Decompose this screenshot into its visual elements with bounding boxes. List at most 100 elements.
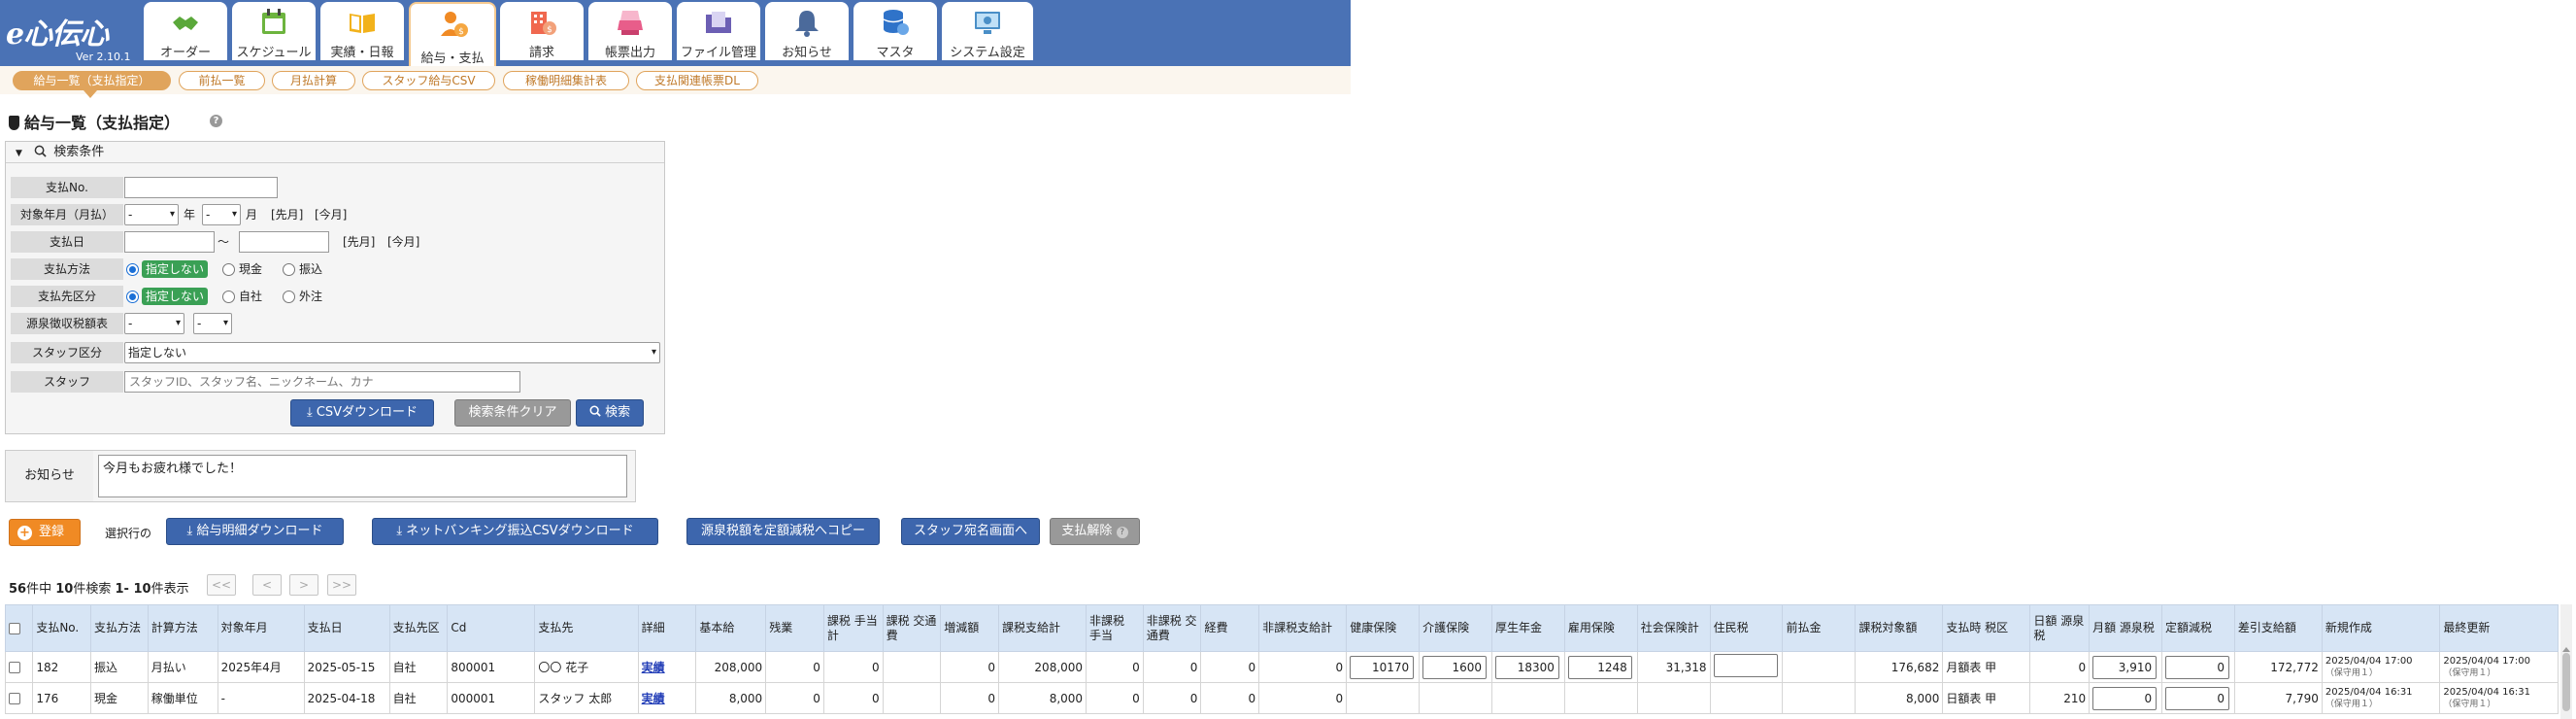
paydate-prev-month-link[interactable]: [先月] [343,231,375,253]
nav-tab-notices[interactable]: お知らせ [765,2,849,60]
column-header[interactable]: 新規作成 [2321,604,2441,652]
payee-option-outsource[interactable]: 外注 [299,286,322,307]
pension-input[interactable]: 18300 [1494,655,1559,679]
column-header[interactable]: 支払先 [534,604,639,652]
cancel-payment-button[interactable]: 支払解除 ? [1050,518,1140,545]
column-header[interactable]: 課税対象額 [1855,604,1944,652]
nav-tab-payroll[interactable]: $ 給与・支払 [409,2,496,66]
clear-search-button[interactable]: 検索条件クリア [454,399,571,427]
column-header[interactable]: 非課税支給計 [1258,604,1348,652]
pager-first-button[interactable]: << [207,574,236,596]
nav-tab-system-settings[interactable]: システム設定 [942,2,1033,60]
pay-method-option-none[interactable]: 指定しない [142,260,209,278]
column-header[interactable]: 雇用保険 [1563,604,1638,652]
column-header[interactable]: 支払先区 [388,604,449,652]
nav-tab-billing[interactable]: $ 請求 [500,2,584,60]
employment-insurance-input[interactable]: 1248 [1567,655,1632,679]
column-header[interactable]: 介護保険 [1419,604,1492,652]
target-prev-month-link[interactable]: [先月] [271,204,303,225]
column-header[interactable]: 課税 手当計 [822,604,884,652]
subtab-advance-list[interactable]: 前払一覧 [179,71,265,90]
column-header[interactable]: 支払時 税区 [1942,604,2031,652]
target-this-month-link[interactable]: [今月] [315,204,347,225]
column-header[interactable]: 課税支給計 [997,604,1087,652]
payee-option-none[interactable]: 指定しない [142,288,209,305]
column-header[interactable]: 支払日 [303,604,390,652]
netbank-csv-button[interactable]: ⤓ ネットバンキング振込CSVダウンロード [372,518,658,545]
withholding-select-b[interactable]: - ▾ [193,313,232,334]
nav-tab-master[interactable]: マスタ [853,2,937,60]
column-header[interactable]: 計算方法 [147,604,218,652]
pay-method-radio-none[interactable] [126,263,139,276]
column-header[interactable]: 社会保険計 [1636,604,1711,652]
select-all-checkbox[interactable] [9,622,20,634]
column-header[interactable]: 前払金 [1782,604,1857,652]
column-header[interactable]: 健康保険 [1346,604,1421,652]
pay-method-radio-cash[interactable] [222,263,235,276]
scrollbar-thumb[interactable] [2562,653,2570,711]
column-header[interactable]: 支払方法 [90,604,149,652]
subtab-work-summary[interactable]: 稼働明細集計表 [503,71,629,90]
column-header[interactable]: 非課税 交通費 [1142,604,1202,652]
nav-tab-results[interactable]: 実績・日報 [320,2,404,60]
payee-option-own[interactable]: 自社 [239,286,262,307]
search-button[interactable]: 検索 [576,399,644,427]
column-header[interactable]: 月額 源泉税 [2089,604,2162,652]
column-header[interactable]: 経費 [1200,604,1260,652]
column-header[interactable]: 対象年月 [217,604,305,652]
column-header[interactable]: Cd [447,604,536,652]
fixed-reduction-input[interactable]: 0 [2164,686,2229,710]
pay-method-radio-transfer[interactable] [283,263,295,276]
nav-tab-reports[interactable]: 帳票出力 [588,2,672,60]
pager-last-button[interactable]: >> [327,574,356,596]
subtab-payment-docs-dl[interactable]: 支払関連帳票DL [636,71,758,90]
pay-date-from-input[interactable] [124,231,215,253]
column-header[interactable]: 厚生年金 [1490,604,1565,652]
pay-method-option-cash[interactable]: 現金 [239,258,262,280]
monthly-tax-input[interactable]: 3,910 [2092,655,2158,679]
fixed-reduction-input[interactable]: 0 [2164,655,2229,679]
row-checkbox[interactable] [9,693,20,704]
column-header[interactable]: 増減額 [940,604,999,652]
column-header[interactable]: 残業 [765,604,824,652]
staff-type-select[interactable]: 指定しない ▾ [124,342,660,363]
monthly-tax-input[interactable]: 0 [2092,686,2158,710]
row-checkbox[interactable] [9,662,20,673]
csv-download-button[interactable]: ⤓ CSVダウンロード [290,399,434,427]
column-header[interactable]: 課税 交通費 [882,604,942,652]
column-header[interactable]: 定額減税 [2160,604,2235,652]
column-header[interactable]: 住民税 [1709,604,1784,652]
nav-tab-schedule[interactable]: スケジュール [232,2,316,60]
detail-link[interactable]: 実績 [642,661,665,674]
nav-tab-files[interactable]: ファイル管理 [677,2,760,60]
pager-prev-button[interactable]: < [252,574,282,596]
column-header[interactable]: 最終更新 [2439,604,2559,652]
pager-next-button[interactable]: > [289,574,318,596]
search-panel-header[interactable]: ▼ 検索条件 [6,142,664,163]
column-header[interactable]: 非課税 手当 [1086,604,1144,652]
app-logo[interactable]: e心伝心 Ver 2.10.1 [6,10,140,63]
pay-date-to-input[interactable] [239,231,329,253]
payslip-download-button[interactable]: ⤓ 給与明細ダウンロード [166,518,344,545]
resident-tax-input[interactable] [1713,654,1778,677]
withholding-select-a[interactable]: - ▾ [124,313,184,334]
vertical-scrollbar[interactable] [2560,604,2572,719]
pay-method-option-transfer[interactable]: 振込 [299,258,322,280]
payee-radio-outsource[interactable] [283,291,295,303]
subtab-staff-salary-csv[interactable]: スタッフ給与CSV [362,71,495,90]
copy-tax-button[interactable]: 源泉税額を定額減税へコピー [686,518,880,545]
payee-radio-own[interactable] [222,291,235,303]
care-insurance-input[interactable]: 1600 [1422,655,1488,679]
subtab-monthly-calc[interactable]: 月払計算 [272,71,355,90]
staff-search-input[interactable] [124,371,520,393]
column-header[interactable]: 日額 源泉税 [2029,604,2091,652]
subtab-payroll-list[interactable]: 給与一覧（支払指定） [13,71,171,90]
table-row[interactable]: 182 振込 月払い 2025年4月 2025-05-15 自社 800001 … [5,651,2559,683]
table-row[interactable]: 176 現金 稼働単位 - 2025-04-18 自社 000001 スタッフ … [5,682,2559,714]
column-header[interactable]: 支払No. [32,604,92,652]
notice-textarea[interactable]: 今月もお疲れ様でした！ [98,455,627,497]
help-icon[interactable]: ? [210,115,222,127]
header-select-all[interactable] [5,604,34,652]
payee-radio-none[interactable] [126,291,139,303]
paydate-this-month-link[interactable]: [今月] [387,231,419,253]
